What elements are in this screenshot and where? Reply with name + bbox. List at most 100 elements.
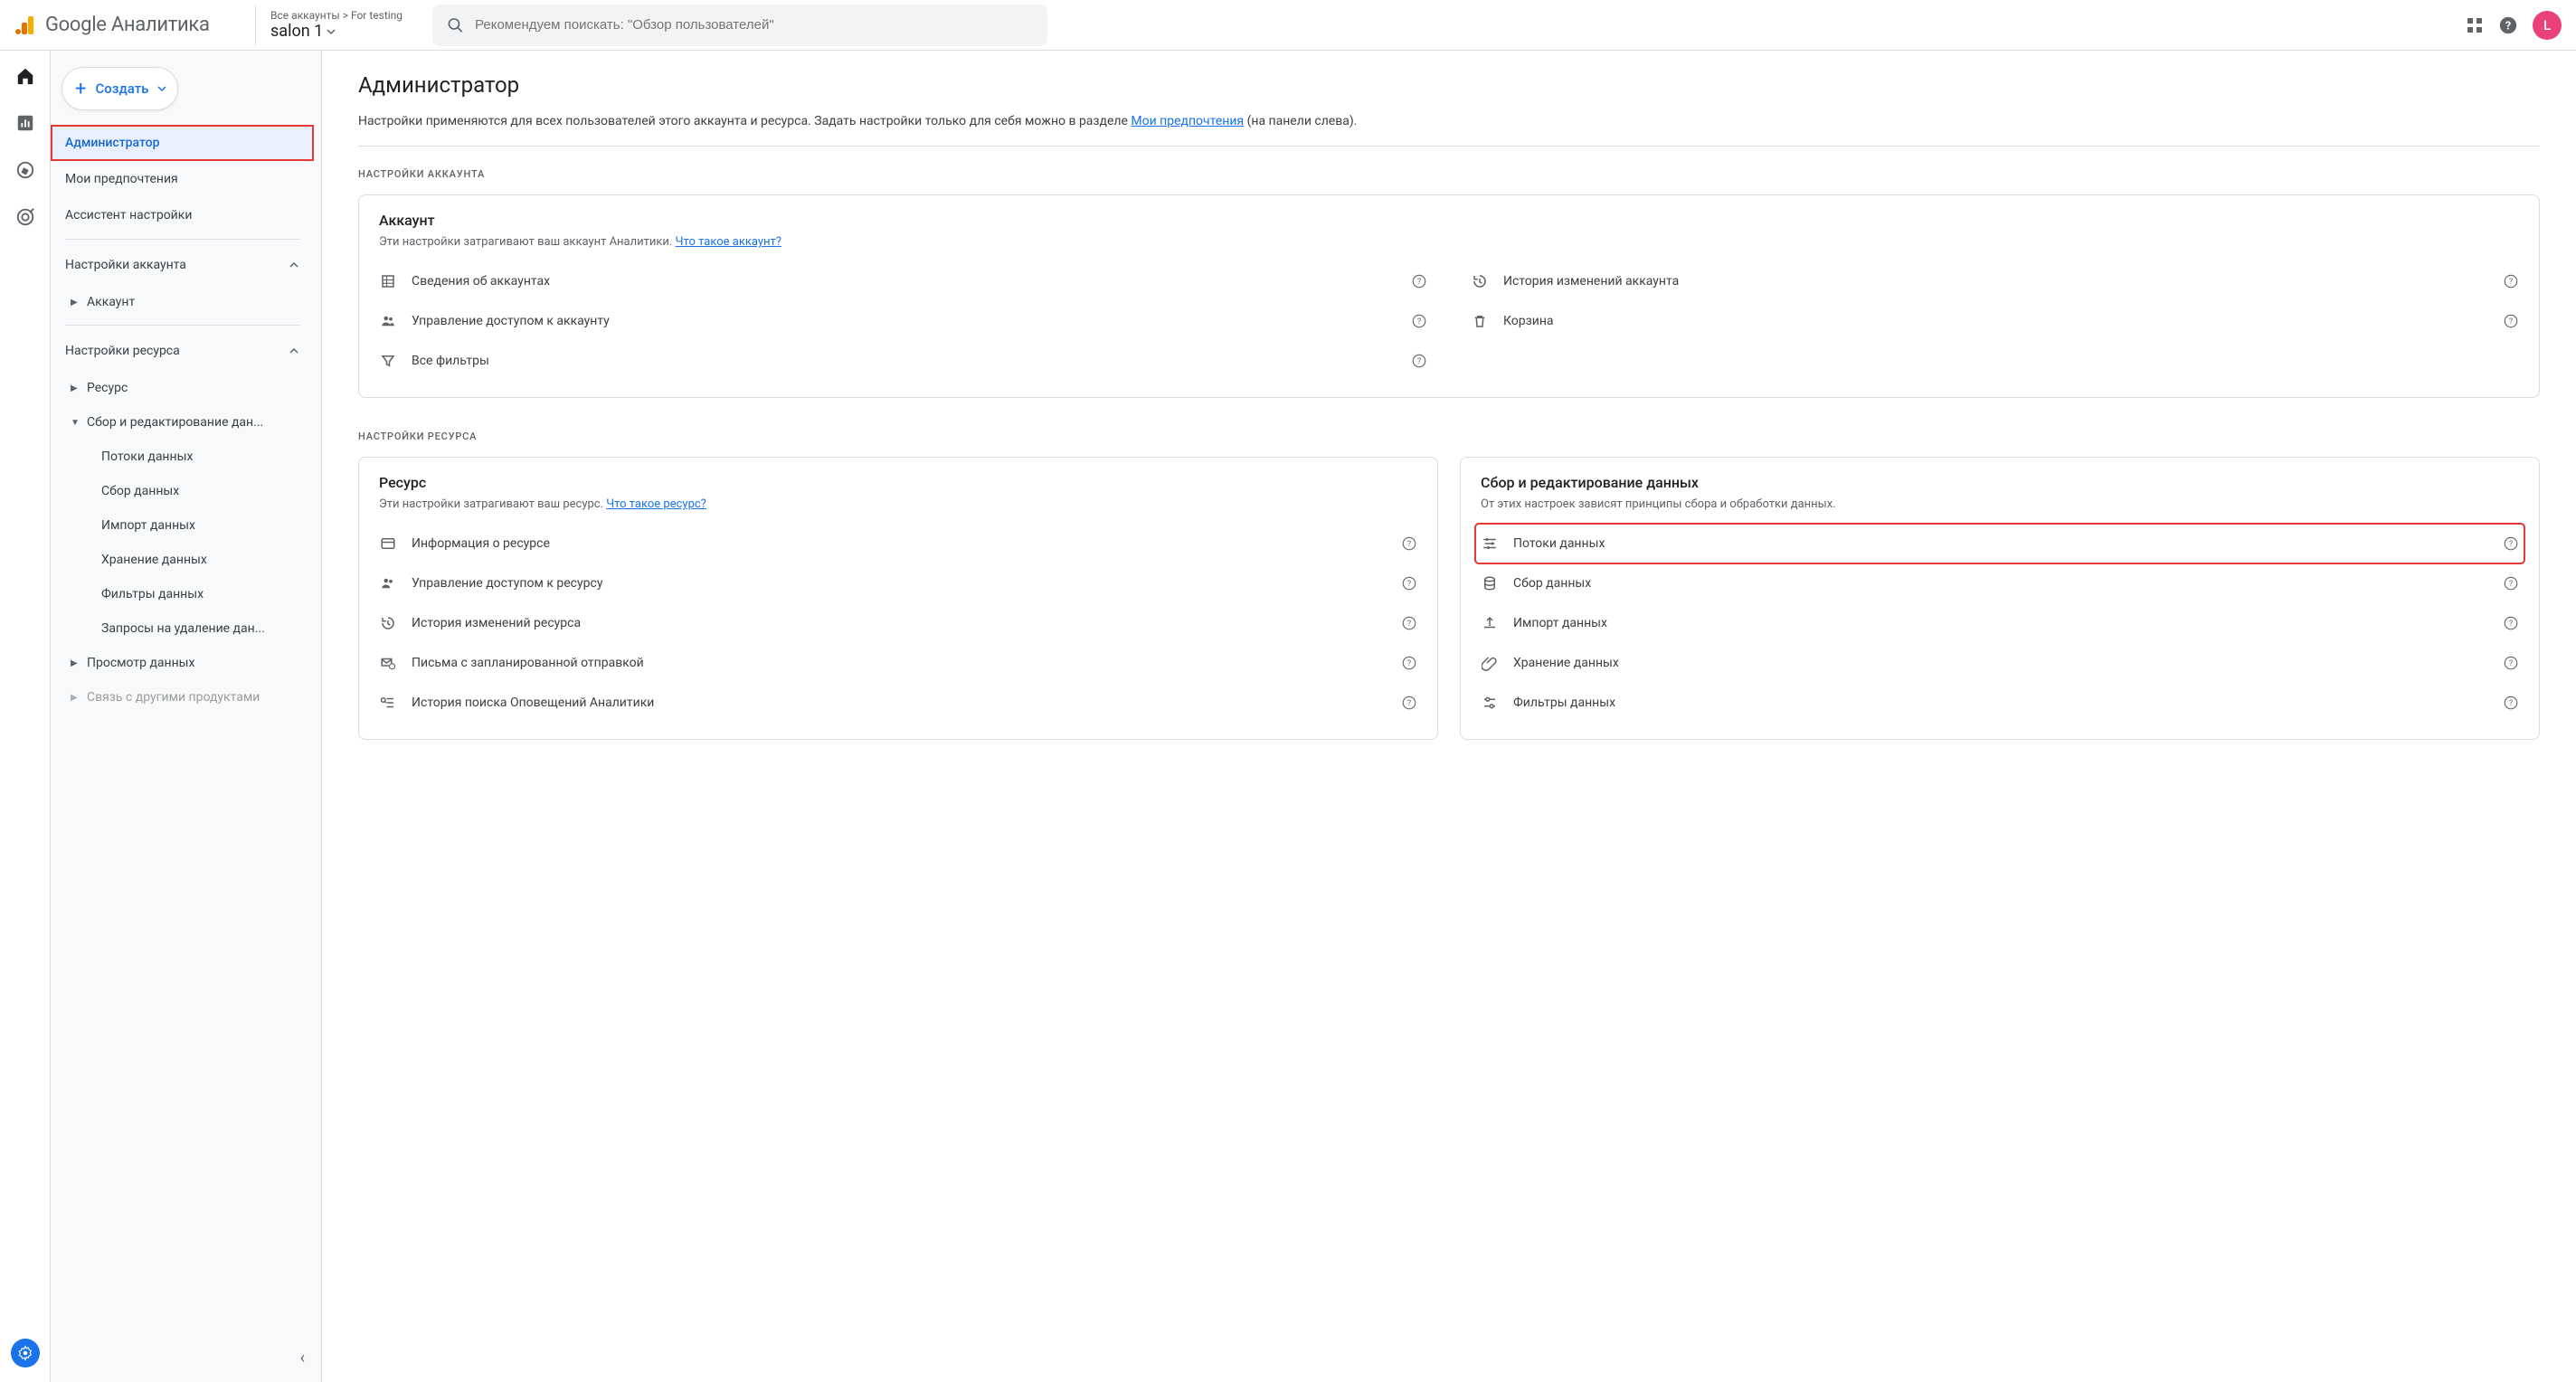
help-icon[interactable]: ? (1411, 273, 1427, 289)
sidebar-item-setup-assistant[interactable]: Ассистент настройки (51, 197, 314, 233)
row-data-collection[interactable]: Сбор данных ? (1481, 563, 2519, 603)
rail-bottom (11, 1339, 40, 1368)
header-actions: ? L (2466, 11, 2562, 40)
card-desc: Эти настройки затрагивают ваш ресурс. Чт… (379, 497, 1417, 513)
help-icon[interactable]: ? (1401, 615, 1417, 631)
row-trash[interactable]: Корзина ? (1471, 301, 2519, 341)
svg-text:?: ? (1407, 659, 1411, 668)
sidebar-item-administrator[interactable]: Администратор (51, 125, 314, 161)
link-what-is-account[interactable]: Что такое аккаунт? (676, 235, 781, 249)
upload-icon (1481, 614, 1499, 632)
card-desc: От этих настроек зависят принципы сбора … (1481, 497, 2519, 513)
page-title: Администратор (358, 72, 2540, 98)
paperclip-icon (1481, 654, 1499, 672)
svg-text:?: ? (2509, 278, 2513, 287)
sidebar-item-data-collection-edit[interactable]: ▼Сбор и редактирование дан... (51, 405, 314, 440)
sidebar-group-account-settings[interactable]: Настройки аккаунта (51, 245, 314, 285)
row-data-retention[interactable]: Хранение данных ? (1481, 643, 2519, 683)
sidebar-item-account[interactable]: ▶Аккаунт (51, 285, 314, 319)
sidebar-item-data-import[interactable]: Импорт данных (51, 508, 314, 543)
side-nav: Администратор Мои предпочтения Ассистент… (51, 125, 321, 715)
sidebar-item-property[interactable]: ▶Ресурс (51, 371, 314, 405)
help-icon[interactable]: ? (1411, 313, 1427, 329)
svg-text:?: ? (2509, 317, 2513, 327)
search-box[interactable] (432, 5, 1047, 46)
arrow-right-icon: ▶ (71, 658, 87, 668)
sidebar-group-property-settings[interactable]: Настройки ресурса (51, 331, 314, 371)
help-icon[interactable]: ? (2503, 273, 2519, 289)
collapse-sidebar-icon[interactable]: ‹ (300, 1349, 305, 1368)
logo-text: Google Аналитика (45, 14, 210, 36)
chevron-down-icon (327, 27, 336, 36)
help-icon[interactable]: ? (2503, 575, 2519, 592)
arrow-right-icon: ▶ (71, 298, 87, 308)
help-icon[interactable]: ? (2503, 695, 2519, 711)
sidebar-item-data-collection[interactable]: Сбор данных (51, 474, 314, 508)
row-property-change-history[interactable]: История изменений ресурса ? (379, 603, 1417, 643)
help-icon[interactable]: ? (1401, 575, 1417, 592)
help-icon[interactable]: ? (1401, 695, 1417, 711)
card-account: Аккаунт Эти настройки затрагивают ваш ак… (358, 194, 2540, 398)
row-all-filters[interactable]: Все фильтры ? (379, 341, 1427, 381)
row-property-access[interactable]: Управление доступом к ресурсу ? (379, 563, 1417, 603)
help-icon[interactable]: ? (2503, 313, 2519, 329)
row-data-import[interactable]: Импорт данных ? (1481, 603, 2519, 643)
help-icon[interactable]: ? (2498, 15, 2518, 35)
sidebar-item-preferences[interactable]: Мои предпочтения (51, 161, 314, 197)
help-icon[interactable]: ? (1401, 535, 1417, 552)
advertising-icon[interactable] (14, 206, 36, 228)
svg-text:?: ? (1407, 540, 1411, 549)
sidebar-item-deletion-requests[interactable]: Запросы на удаление дан... (51, 611, 314, 646)
sidebar-item-data-display[interactable]: ▶Просмотр данных (51, 646, 314, 680)
link-my-preferences[interactable]: Мои предпочтения (1131, 114, 1244, 128)
people-icon (379, 574, 397, 592)
admin-gear-icon[interactable] (11, 1339, 40, 1368)
plus-icon: + (75, 78, 86, 100)
building-icon (379, 272, 397, 290)
history-icon (1471, 272, 1489, 290)
chevron-up-icon (289, 346, 299, 356)
row-data-streams[interactable]: Потоки данных ? (1475, 524, 2524, 563)
svg-text:?: ? (1417, 317, 1421, 327)
card-data-collection: Сбор и редактирование данных От этих нас… (1460, 457, 2540, 740)
svg-text:?: ? (2509, 540, 2513, 549)
schedule-mail-icon (379, 654, 397, 672)
card-property: Ресурс Эти настройки затрагивают ваш рес… (358, 457, 1438, 740)
link-what-is-property[interactable]: Что такое ресурс? (606, 497, 706, 511)
card-desc: Эти настройки затрагивают ваш аккаунт Ан… (379, 234, 2519, 251)
help-icon[interactable]: ? (2503, 535, 2519, 552)
help-icon[interactable]: ? (1401, 655, 1417, 671)
property-name: salon 1 (270, 22, 418, 41)
explore-icon[interactable] (14, 159, 36, 181)
people-icon (379, 312, 397, 330)
apps-icon[interactable] (2466, 16, 2484, 34)
row-analytics-intelligence-history[interactable]: История поиска Оповещений Аналитики ? (379, 683, 1417, 723)
sidebar-item-data-streams[interactable]: Потоки данных (51, 440, 314, 474)
row-account-details[interactable]: Сведения об аккаунтах ? (379, 261, 1427, 301)
nav-rail (0, 51, 51, 1382)
row-account-change-history[interactable]: История изменений аккаунта ? (1471, 261, 2519, 301)
sidebar-item-data-retention[interactable]: Хранение данных (51, 543, 314, 577)
home-icon[interactable] (14, 65, 36, 87)
create-button[interactable]: + Создать (62, 67, 178, 110)
help-icon[interactable]: ? (2503, 615, 2519, 631)
property-selector[interactable]: Все аккаунты > For testing salon 1 (255, 5, 418, 45)
row-data-filters[interactable]: Фильтры данных ? (1481, 683, 2519, 723)
search-list-icon (379, 694, 397, 712)
avatar[interactable]: L (2533, 11, 2562, 40)
row-scheduled-emails[interactable]: Письма с запланированной отправкой ? (379, 643, 1417, 683)
search-input[interactable] (475, 17, 1033, 33)
sidebar-item-data-filters[interactable]: Фильтры данных (51, 577, 314, 611)
stream-icon (1481, 535, 1499, 553)
help-icon[interactable]: ? (2503, 655, 2519, 671)
divider (65, 239, 299, 240)
main-content: Администратор Настройки применяются для … (322, 51, 2576, 1382)
arrow-right-icon: ▶ (71, 383, 87, 393)
trash-icon (1471, 312, 1489, 330)
row-account-access[interactable]: Управление доступом к аккаунту ? (379, 301, 1427, 341)
reports-icon[interactable] (14, 112, 36, 134)
logo-block[interactable]: Google Аналитика (14, 14, 241, 36)
help-icon[interactable]: ? (1411, 353, 1427, 369)
sidebar-item-product-links[interactable]: ▶Связь с другими продуктами (51, 680, 314, 715)
row-property-details[interactable]: Информация о ресурсе ? (379, 524, 1417, 563)
